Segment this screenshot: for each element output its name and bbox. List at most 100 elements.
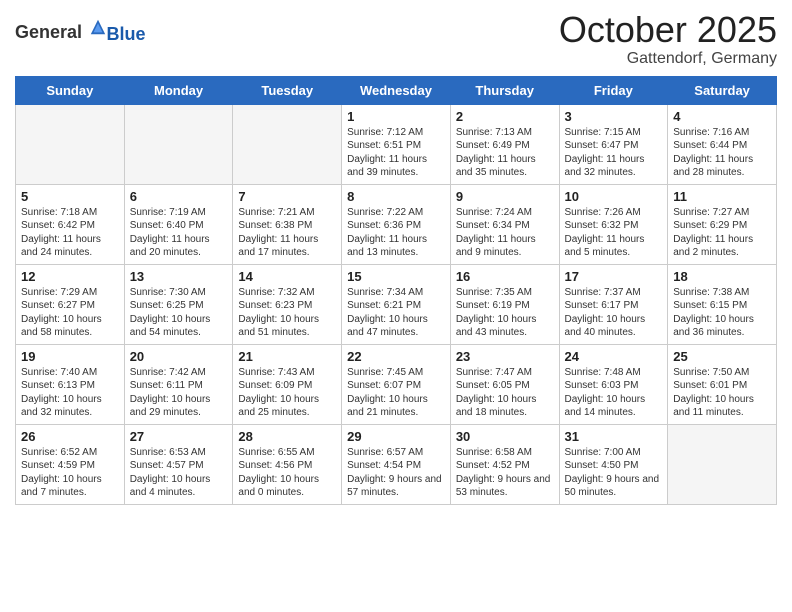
calendar-cell: 10 Sunrise: 7:26 AM Sunset: 6:32 PM Dayli… [559, 184, 668, 264]
days-header: SundayMondayTuesdayWednesdayThursdayFrid… [16, 76, 777, 104]
day-number: 11 [673, 189, 771, 204]
cell-info: Sunrise: 7:45 AM Sunset: 6:07 PM Dayligh… [347, 366, 445, 420]
title-block: October 2025 Gattendorf, Germany [559, 10, 777, 68]
calendar-cell: 1 Sunrise: 7:12 AM Sunset: 6:51 PM Daylig… [342, 104, 451, 184]
cell-info: Sunrise: 7:13 AM Sunset: 6:49 PM Dayligh… [456, 126, 554, 180]
cell-info: Sunrise: 7:50 AM Sunset: 6:01 PM Dayligh… [673, 366, 771, 420]
calendar-cell: 2 Sunrise: 7:13 AM Sunset: 6:49 PM Daylig… [450, 104, 559, 184]
day-number: 14 [238, 269, 336, 284]
calendar-cell: 23 Sunrise: 7:47 AM Sunset: 6:05 PM Dayli… [450, 344, 559, 424]
calendar-cell: 5 Sunrise: 7:18 AM Sunset: 6:42 PM Daylig… [16, 184, 125, 264]
day-number: 7 [238, 189, 336, 204]
cell-info: Sunrise: 7:12 AM Sunset: 6:51 PM Dayligh… [347, 126, 445, 180]
cell-info: Sunrise: 7:24 AM Sunset: 6:34 PM Dayligh… [456, 206, 554, 260]
day-number: 1 [347, 109, 445, 124]
calendar-cell: 31Sunrise: 7:00 AM Sunset: 4:50 PM Dayli… [559, 424, 668, 504]
cell-info: Sunrise: 6:55 AM Sunset: 4:56 PM Dayligh… [238, 446, 336, 500]
cell-info: Sunrise: 7:15 AM Sunset: 6:47 PM Dayligh… [565, 126, 663, 180]
day-number: 6 [130, 189, 228, 204]
day-number: 10 [565, 189, 663, 204]
day-number: 15 [347, 269, 445, 284]
cell-info: Sunrise: 7:22 AM Sunset: 6:36 PM Dayligh… [347, 206, 445, 260]
calendar-cell: 6 Sunrise: 7:19 AM Sunset: 6:40 PM Daylig… [124, 184, 233, 264]
calendar-cell: 25 Sunrise: 7:50 AM Sunset: 6:01 PM Dayli… [668, 344, 777, 424]
day-number: 19 [21, 349, 119, 364]
cell-info: Sunrise: 7:38 AM Sunset: 6:15 PM Dayligh… [673, 286, 771, 340]
day-number: 4 [673, 109, 771, 124]
cell-info: Sunrise: 7:32 AM Sunset: 6:23 PM Dayligh… [238, 286, 336, 340]
day-header-monday: Monday [124, 76, 233, 104]
location: Gattendorf, Germany [559, 50, 777, 68]
logo: General Blue [15, 18, 146, 43]
logo-general: General [15, 22, 82, 42]
calendar-cell: 3Sunrise: 7:15 AM Sunset: 6:47 PM Daylig… [559, 104, 668, 184]
cell-info: Sunrise: 7:48 AM Sunset: 6:03 PM Dayligh… [565, 366, 663, 420]
calendar-cell: 20 Sunrise: 7:42 AM Sunset: 6:11 PM Dayli… [124, 344, 233, 424]
calendar-cell: 8 Sunrise: 7:22 AM Sunset: 6:36 PM Daylig… [342, 184, 451, 264]
calendar-cell: 13 Sunrise: 7:30 AM Sunset: 6:25 PM Dayli… [124, 264, 233, 344]
calendar-cell: 9Sunrise: 7:24 AM Sunset: 6:34 PM Daylig… [450, 184, 559, 264]
calendar-cell: 12Sunrise: 7:29 AM Sunset: 6:27 PM Dayli… [16, 264, 125, 344]
calendar-cell: 14 Sunrise: 7:32 AM Sunset: 6:23 PM Dayli… [233, 264, 342, 344]
month-title: October 2025 [559, 10, 777, 50]
day-number: 5 [21, 189, 119, 204]
calendar-cell [16, 104, 125, 184]
day-number: 24 [565, 349, 663, 364]
day-header-friday: Friday [559, 76, 668, 104]
day-number: 30 [456, 429, 554, 444]
day-number: 21 [238, 349, 336, 364]
cell-info: Sunrise: 7:29 AM Sunset: 6:27 PM Dayligh… [21, 286, 119, 340]
calendar-cell: 7 Sunrise: 7:21 AM Sunset: 6:38 PM Daylig… [233, 184, 342, 264]
day-number: 27 [130, 429, 228, 444]
day-number: 2 [456, 109, 554, 124]
calendar-cell: 15 Sunrise: 7:34 AM Sunset: 6:21 PM Dayli… [342, 264, 451, 344]
day-number: 28 [238, 429, 336, 444]
cell-info: Sunrise: 7:30 AM Sunset: 6:25 PM Dayligh… [130, 286, 228, 340]
calendar-cell: 17 Sunrise: 7:37 AM Sunset: 6:17 PM Dayli… [559, 264, 668, 344]
calendar-cell: 11 Sunrise: 7:27 AM Sunset: 6:29 PM Dayli… [668, 184, 777, 264]
calendar-cell: 30 Sunrise: 6:58 AM Sunset: 4:52 PM Dayli… [450, 424, 559, 504]
cell-info: Sunrise: 7:37 AM Sunset: 6:17 PM Dayligh… [565, 286, 663, 340]
calendar-cell: 21 Sunrise: 7:43 AM Sunset: 6:09 PM Dayli… [233, 344, 342, 424]
week-row-1: 1 Sunrise: 7:12 AM Sunset: 6:51 PM Daylig… [16, 104, 777, 184]
day-number: 18 [673, 269, 771, 284]
day-number: 17 [565, 269, 663, 284]
cell-info: Sunrise: 7:42 AM Sunset: 6:11 PM Dayligh… [130, 366, 228, 420]
week-row-5: 26 Sunrise: 6:52 AM Sunset: 4:59 PM Dayli… [16, 424, 777, 504]
day-number: 20 [130, 349, 228, 364]
cell-info: Sunrise: 7:47 AM Sunset: 6:05 PM Dayligh… [456, 366, 554, 420]
cell-info: Sunrise: 7:16 AM Sunset: 6:44 PM Dayligh… [673, 126, 771, 180]
week-row-3: 12Sunrise: 7:29 AM Sunset: 6:27 PM Dayli… [16, 264, 777, 344]
calendar-cell: 16Sunrise: 7:35 AM Sunset: 6:19 PM Dayli… [450, 264, 559, 344]
cell-info: Sunrise: 7:26 AM Sunset: 6:32 PM Dayligh… [565, 206, 663, 260]
day-number: 25 [673, 349, 771, 364]
calendar-cell [124, 104, 233, 184]
cell-info: Sunrise: 7:18 AM Sunset: 6:42 PM Dayligh… [21, 206, 119, 260]
day-number: 31 [565, 429, 663, 444]
day-number: 29 [347, 429, 445, 444]
cell-info: Sunrise: 7:19 AM Sunset: 6:40 PM Dayligh… [130, 206, 228, 260]
day-number: 8 [347, 189, 445, 204]
calendar-cell: 18 Sunrise: 7:38 AM Sunset: 6:15 PM Dayli… [668, 264, 777, 344]
calendar-cell: 28 Sunrise: 6:55 AM Sunset: 4:56 PM Dayli… [233, 424, 342, 504]
cell-info: Sunrise: 7:27 AM Sunset: 6:29 PM Dayligh… [673, 206, 771, 260]
cell-info: Sunrise: 7:43 AM Sunset: 6:09 PM Dayligh… [238, 366, 336, 420]
cell-info: Sunrise: 6:52 AM Sunset: 4:59 PM Dayligh… [21, 446, 119, 500]
day-header-saturday: Saturday [668, 76, 777, 104]
day-number: 23 [456, 349, 554, 364]
cell-info: Sunrise: 7:40 AM Sunset: 6:13 PM Dayligh… [21, 366, 119, 420]
calendar-cell: 29 Sunrise: 6:57 AM Sunset: 4:54 PM Dayli… [342, 424, 451, 504]
cell-info: Sunrise: 7:34 AM Sunset: 6:21 PM Dayligh… [347, 286, 445, 340]
cell-info: Sunrise: 7:21 AM Sunset: 6:38 PM Dayligh… [238, 206, 336, 260]
calendar-table: SundayMondayTuesdayWednesdayThursdayFrid… [15, 76, 777, 505]
day-header-thursday: Thursday [450, 76, 559, 104]
calendar-cell: 22Sunrise: 7:45 AM Sunset: 6:07 PM Dayli… [342, 344, 451, 424]
cell-info: Sunrise: 6:57 AM Sunset: 4:54 PM Dayligh… [347, 446, 445, 500]
logo-icon [89, 18, 107, 36]
day-number: 13 [130, 269, 228, 284]
day-number: 16 [456, 269, 554, 284]
week-row-4: 19 Sunrise: 7:40 AM Sunset: 6:13 PM Dayli… [16, 344, 777, 424]
cell-info: Sunrise: 6:58 AM Sunset: 4:52 PM Dayligh… [456, 446, 554, 500]
day-header-tuesday: Tuesday [233, 76, 342, 104]
day-number: 26 [21, 429, 119, 444]
